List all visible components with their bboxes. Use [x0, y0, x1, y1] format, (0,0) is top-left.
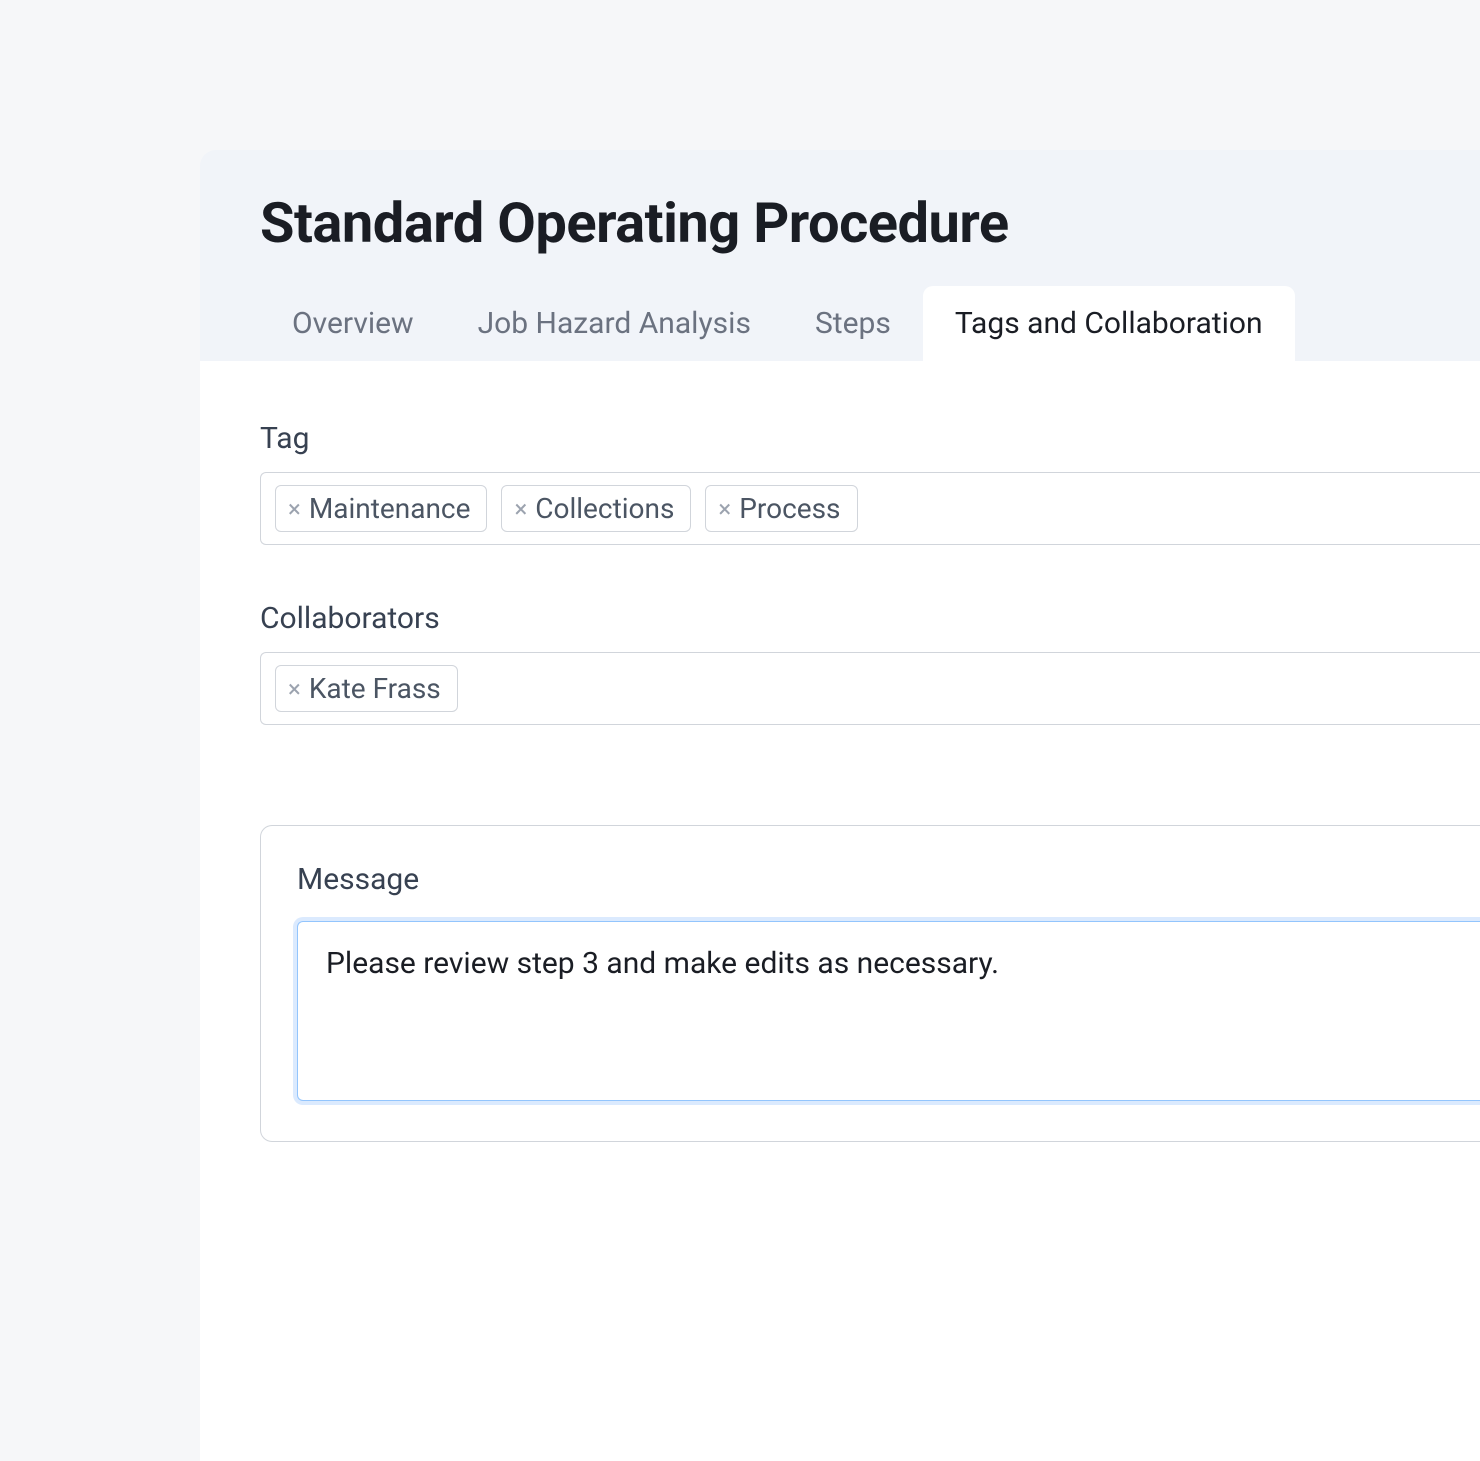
page-title: Standard Operating Procedure	[260, 190, 1420, 256]
chip-label: Maintenance	[309, 492, 471, 525]
tab-job-hazard-analysis[interactable]: Job Hazard Analysis	[446, 286, 783, 361]
collaborators-field-group: Collaborators × Kate Frass	[260, 601, 1480, 725]
tag-label: Tag	[260, 421, 1480, 456]
collaborators-label: Collaborators	[260, 601, 1480, 636]
tab-content: Tag × Maintenance × Collections × Proces…	[200, 361, 1480, 1461]
message-section: Message	[260, 825, 1480, 1142]
tag-field-group: Tag × Maintenance × Collections × Proces…	[260, 421, 1480, 545]
panel-header: Standard Operating Procedure Overview Jo…	[200, 150, 1480, 361]
chip-label: Kate Frass	[309, 672, 441, 705]
close-icon[interactable]: ×	[514, 497, 527, 521]
chip-label: Process	[739, 492, 840, 525]
tab-steps[interactable]: Steps	[783, 286, 923, 361]
main-panel: Standard Operating Procedure Overview Jo…	[200, 150, 1480, 1461]
message-textarea[interactable]	[297, 921, 1480, 1101]
collaborators-input[interactable]: × Kate Frass	[260, 652, 1480, 725]
collaborator-chip-kate-frass: × Kate Frass	[275, 665, 458, 712]
tabs-container: Overview Job Hazard Analysis Steps Tags …	[260, 286, 1420, 361]
tag-chip-process: × Process	[705, 485, 857, 532]
close-icon[interactable]: ×	[288, 497, 301, 521]
tag-chip-maintenance: × Maintenance	[275, 485, 487, 532]
close-icon[interactable]: ×	[288, 677, 301, 701]
tab-overview[interactable]: Overview	[260, 286, 446, 361]
close-icon[interactable]: ×	[718, 497, 731, 521]
tab-tags-and-collaboration[interactable]: Tags and Collaboration	[923, 286, 1295, 361]
tag-input[interactable]: × Maintenance × Collections × Process	[260, 472, 1480, 545]
chip-label: Collections	[535, 492, 674, 525]
message-label: Message	[297, 862, 1480, 897]
tag-chip-collections: × Collections	[501, 485, 691, 532]
